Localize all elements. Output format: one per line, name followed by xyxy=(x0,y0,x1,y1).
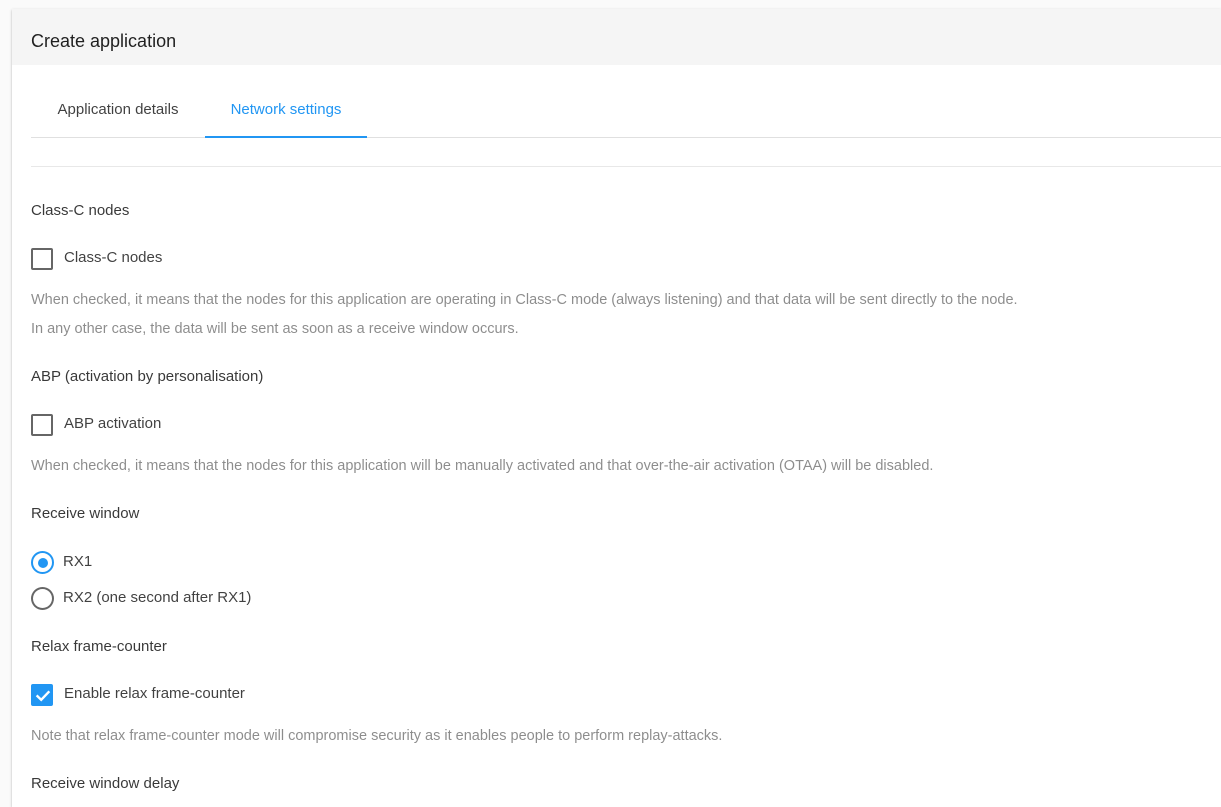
radio-rx2-button[interactable] xyxy=(31,587,54,610)
class-c-heading: Class-C nodes xyxy=(31,202,130,219)
relax-fcnt-checkbox-row[interactable]: Enable relax frame-counter xyxy=(31,682,291,708)
tab-application-details[interactable]: Application details xyxy=(31,91,205,137)
create-application-card: Create application Application details N… xyxy=(12,9,1221,807)
class-c-checkbox-label: Class-C nodes xyxy=(64,249,163,266)
abp-heading: ABP (activation by personalisation) xyxy=(31,368,264,385)
radio-selected-dot xyxy=(37,557,48,568)
radio-rx1[interactable]: RX1 xyxy=(31,550,131,576)
abp-checkbox-label: ABP activation xyxy=(64,415,162,432)
tab-label: Application details xyxy=(57,101,179,118)
card-header: Create application xyxy=(12,9,1221,65)
page-title: Create application xyxy=(31,31,177,51)
receive-window-heading: Receive window xyxy=(31,505,140,522)
abp-helper-text: When checked, it means that the nodes fo… xyxy=(31,458,934,474)
tab-label: Network settings xyxy=(230,101,342,118)
tab-network-settings[interactable]: Network settings xyxy=(205,91,367,138)
radio-rx2-label: RX2 (one second after RX1) xyxy=(63,589,252,606)
class-c-helper-text: When checked, it means that the nodes fo… xyxy=(31,292,1018,308)
class-c-checkbox-row[interactable]: Class-C nodes xyxy=(31,246,231,272)
radio-rx1-button[interactable] xyxy=(31,551,54,574)
receive-window-delay-heading: Receive window delay xyxy=(31,775,180,792)
abp-checkbox[interactable] xyxy=(31,414,53,436)
class-c-checkbox[interactable] xyxy=(31,248,53,270)
relax-fcnt-heading: Relax frame-counter xyxy=(31,638,167,655)
divider xyxy=(31,166,1221,167)
active-tab-indicator xyxy=(205,136,367,138)
relax-fcnt-helper-text: Note that relax frame-counter mode will … xyxy=(31,728,723,744)
abp-checkbox-row[interactable]: ABP activation xyxy=(31,412,231,438)
radio-rx2[interactable]: RX2 (one second after RX1) xyxy=(31,586,291,612)
relax-fcnt-checkbox[interactable] xyxy=(31,684,53,706)
checkmark-icon xyxy=(35,690,51,702)
radio-rx1-label: RX1 xyxy=(63,553,93,570)
tab-bar: Application details Network settings xyxy=(31,91,1221,138)
class-c-helper-text-2: In any other case, the data will be sent… xyxy=(31,321,519,337)
relax-fcnt-checkbox-label: Enable relax frame-counter xyxy=(64,685,245,702)
